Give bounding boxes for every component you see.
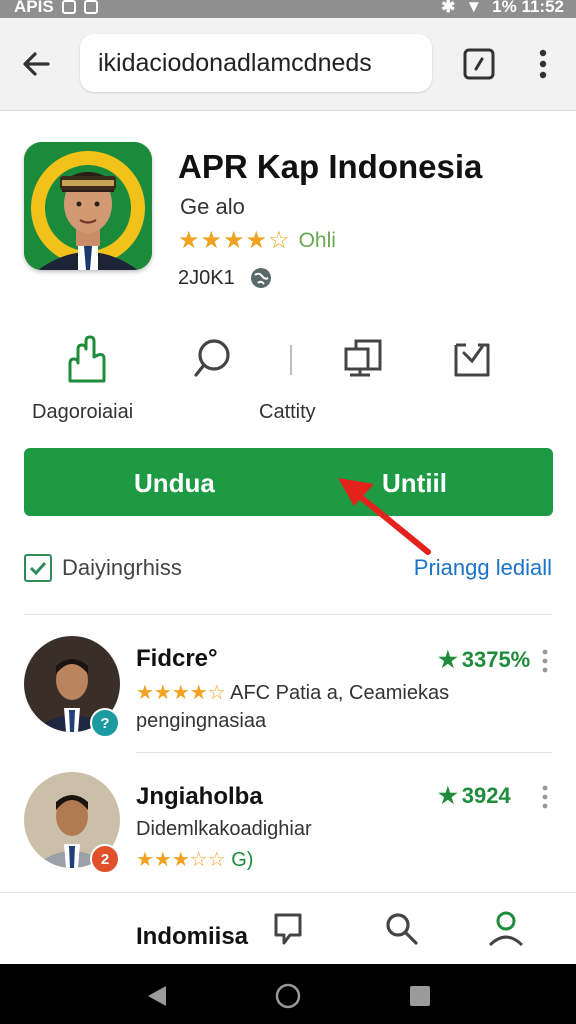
app-rating: ★★★★☆ Ohli: [178, 229, 336, 253]
search-icon[interactable]: [384, 911, 420, 947]
chat-bubble-icon[interactable]: [272, 911, 304, 947]
bluetooth-icon: ✱: [441, 0, 456, 16]
check-icon: [29, 561, 47, 576]
red-pointer-arrow-icon: [338, 478, 431, 555]
photo-icon: [83, 0, 98, 14]
more-vert-icon[interactable]: [540, 648, 550, 674]
screens-icon[interactable]: [340, 335, 388, 383]
list-item-subtitle: Didemlkakoadighiar: [136, 818, 312, 840]
section-divider: [24, 614, 552, 615]
more-vert-icon[interactable]: [540, 784, 550, 810]
wifi-icon: ▼: [465, 0, 483, 16]
action-label-1[interactable]: Dagoroiaiai: [32, 401, 133, 424]
list-item-stars: ★★★★☆: [136, 682, 226, 704]
checkbox-label: Daiyingrhiss: [62, 555, 182, 580]
app-logo-portrait: [24, 142, 152, 270]
list-item-score: ★ 3375%: [438, 647, 530, 673]
chat-icon[interactable]: [188, 335, 236, 383]
list-item-stars: ★★★☆☆: [136, 849, 226, 871]
tabs-icon[interactable]: [462, 47, 496, 81]
nav-home-icon[interactable]: [274, 982, 302, 1010]
url-text: ikidaciodonadlamcdneds: [98, 48, 372, 77]
battery-time: 1% 11:52: [492, 0, 564, 16]
list-item-detail: ★★★☆☆ G): [136, 847, 253, 872]
star-icon: ★: [438, 783, 458, 808]
install-button[interactable]: Undua Untiil: [24, 448, 553, 516]
list-item-score: ★ 3924: [438, 783, 511, 809]
status-bar: APIS ✱ ▼ 1% 11:52: [0, 0, 576, 18]
list-item-score-value: 3924: [461, 783, 511, 808]
list-item-score-value: 3375%: [461, 647, 531, 672]
system-nav-bar: [0, 964, 576, 1024]
account-icon[interactable]: [486, 909, 526, 949]
app-title: APR Kap Indonesia: [178, 148, 483, 185]
carrier-text: APIS: [14, 0, 54, 16]
more-vert-icon[interactable]: [532, 46, 554, 82]
list-item-subtitle: ★★★★☆ AFC Patia a, Ceamiekas: [136, 680, 449, 705]
rating-stars: ★★★★☆: [178, 227, 291, 254]
action-label-3[interactable]: Cattity: [259, 401, 316, 424]
hand-icon[interactable]: [62, 335, 110, 383]
nav-back-icon[interactable]: [146, 984, 168, 1008]
developer-name[interactable]: Ge alo: [180, 194, 245, 220]
list-item-detail-text: G): [231, 849, 254, 871]
list-item-title[interactable]: Fidcre°: [136, 645, 218, 673]
list-item-detail: pengingnasiaa: [136, 710, 267, 732]
list-divider: [136, 752, 552, 753]
list-item-title[interactable]: Jngiaholba: [136, 783, 263, 811]
nav-recents-icon[interactable]: [408, 984, 432, 1008]
status-badge: 2: [90, 844, 120, 874]
install-button-left-label: Undua: [134, 468, 215, 498]
checkbox[interactable]: [24, 554, 52, 582]
status-badge: ?: [90, 708, 120, 738]
download-tray-icon[interactable]: [448, 335, 496, 383]
app-size-text: 2J0K1: [178, 266, 235, 289]
browser-toolbar: ikidaciodonadlamcdneds: [0, 18, 576, 111]
notification-icon: [61, 0, 76, 14]
list-item-subtitle-text: AFC Patia a, Ceamiekas: [230, 682, 450, 704]
details-link[interactable]: Priangg lediall: [414, 555, 552, 581]
list-item-title[interactable]: Indomiisa: [136, 923, 248, 951]
star-icon: ★: [438, 647, 458, 672]
bottom-nav: Indomiisa: [0, 892, 576, 965]
url-field[interactable]: ikidaciodonadlamcdneds: [80, 34, 432, 92]
globe-icon: [250, 268, 271, 288]
app-meta: 2J0K1: [178, 266, 273, 290]
action-divider: [290, 345, 292, 375]
app-icon[interactable]: [24, 142, 152, 270]
rating-text: Ohli: [298, 229, 336, 252]
back-arrow-icon[interactable]: [18, 46, 54, 82]
